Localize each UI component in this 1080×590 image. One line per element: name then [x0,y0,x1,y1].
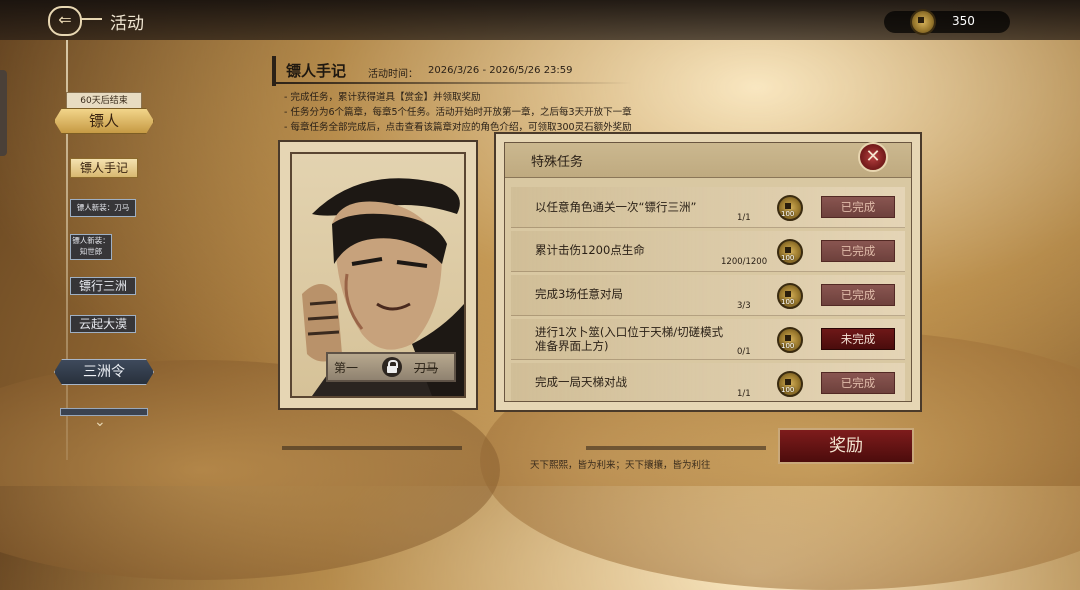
task-text: 完成一局天梯对战 [535,375,627,389]
task-progress: 0/1 [737,347,751,357]
special-tasks-panel: 特殊任务 以任意角色通关一次“镖行三洲” 1/1 100 已完成 累计击伤120… [494,132,922,412]
category-tab-biaoren[interactable]: 镖人 [54,108,154,134]
back-line-decoration [80,18,102,20]
coin-icon [910,9,936,35]
task-status-button[interactable]: 已完成 [821,372,895,394]
sidebar-item-skin-zhishilang[interactable]: 镖人新装：知世郎 [70,234,112,260]
chapter-character-name: 刀马 [414,361,439,375]
close-icon[interactable]: ✕ [858,142,888,172]
rule-line: - 完成任务，累计获得道具【赏金】并领取奖励 [284,92,481,103]
sidebar-item-skin-daoma[interactable]: 镖人新装：刀马 [70,199,136,217]
task-text: 完成3场任意对局 [535,287,623,301]
task-progress: 1/1 [737,389,751,399]
ornament-line [282,446,462,450]
timer-badge: 60天后结束 [66,92,142,110]
page-title: 活动 [110,14,144,34]
task-text: 进行1次卜筮(入口位于天梯/切磋模式准备界面上方) [535,325,724,353]
chevron-down-icon[interactable]: ⌄ [94,414,106,430]
sidebar-item-biaoxing-sanzhou[interactable]: 镖行三洲 [70,277,136,295]
task-row: 累计击伤1200点生命 1200/1200 100 已完成 [511,231,905,272]
event-title: 镖人手记 [286,62,347,80]
ornament-line [586,446,766,450]
tasks-title: 特殊任务 [531,155,584,170]
task-row: 完成3场任意对局 3/3 100 已完成 [511,275,905,316]
lock-icon [382,357,402,377]
top-bar: ⇐ 活动 350 [0,0,1080,40]
task-status-button[interactable]: 未完成 [821,328,895,350]
task-progress: 3/3 [737,301,751,311]
reward-amount: 100 [781,386,795,394]
event-time-range: 2026/3/26 - 2026/5/26 23:59 [428,65,573,76]
currency-value: 350 [952,14,975,28]
currency-display[interactable]: 350 [884,9,1010,35]
rule-line: - 每章任务全部完成后，点击查看该篇章对应的角色介绍，可领取300灵石额外奖励 [284,122,632,133]
chapter-locked-button[interactable]: 第一 刀马 [326,352,456,382]
category-tab-sanzhouling[interactable]: 三洲令 [54,359,154,385]
back-arrow-icon[interactable]: ⇐ [48,6,82,36]
character-portrait-frame: 第一 刀马 [290,152,466,398]
reward-amount: 100 [781,210,795,218]
task-text: 累计击伤1200点生命 [535,243,645,257]
reward-amount: 100 [781,298,795,306]
rule-line: - 任务分为6个篇章，每章5个任务。活动开始时开放第一章，之后每3天开放下一章 [284,107,632,118]
event-header: 镖人手记 活动时间： 2026/3/26 - 2026/5/26 23:59 -… [272,56,922,136]
task-progress: 1200/1200 [721,257,768,267]
sidebar-item-biaoren-notes[interactable]: 镖人手记 [70,158,138,178]
chapter-label: 第一 [334,361,359,375]
reward-amount: 100 [781,342,795,350]
event-time-label: 活动时间： [368,69,418,80]
reward-amount: 100 [781,254,795,262]
character-card: 第一 刀马 [278,140,478,410]
tasks-header: 特殊任务 [505,143,911,178]
header-divider [272,82,632,84]
side-drawer-handle[interactable] [0,70,7,156]
task-text: 以任意角色通关一次“镖行三洲” [535,200,697,214]
task-status-button[interactable]: 已完成 [821,240,895,262]
reward-button[interactable]: 奖励 [778,428,914,464]
tasks-list: 特殊任务 以任意角色通关一次“镖行三洲” 1/1 100 已完成 累计击伤120… [504,142,912,402]
task-row: 以任意角色通关一次“镖行三洲” 1/1 100 已完成 [511,187,905,228]
task-status-button[interactable]: 已完成 [821,284,895,306]
footer-quote: 天下熙熙，皆为利来；天下攘攘，皆为利往 [530,460,711,471]
task-row: 完成一局天梯对战 1/1 100 已完成 [511,363,905,401]
task-progress: 1/1 [737,213,751,223]
sidebar-item-yunqi-damo[interactable]: 云起大漠 [70,315,136,333]
task-row: 进行1次卜筮(入口位于天梯/切磋模式准备界面上方) 0/1 100 未完成 [511,319,905,360]
task-status-button[interactable]: 已完成 [821,196,895,218]
